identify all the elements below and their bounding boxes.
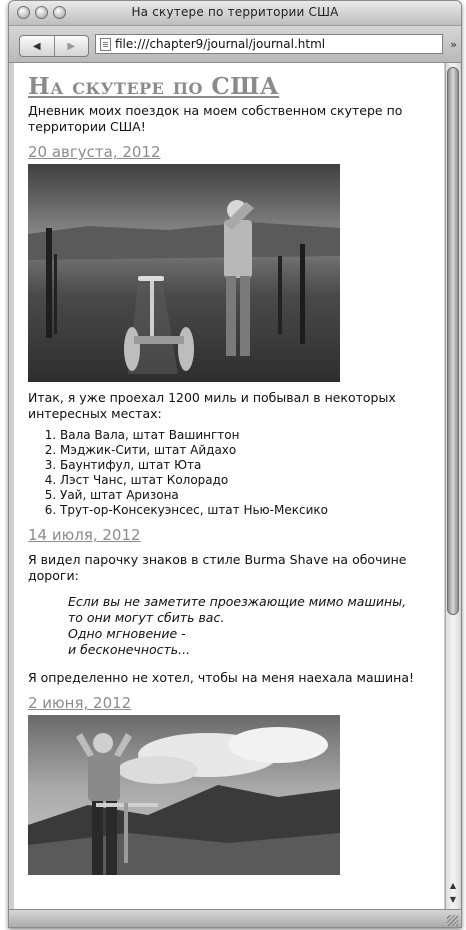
resize-grip-icon[interactable]	[447, 915, 458, 926]
scroll-up-arrow[interactable]: ▲	[448, 881, 458, 891]
entry-date-2: 14 июля, 2012	[28, 526, 141, 544]
back-button[interactable]: ◀	[20, 36, 54, 56]
segway-photo	[28, 164, 340, 382]
quote-line: Если вы не заметите проезжающие мимо маш…	[68, 594, 407, 609]
list-item: Вала Вала, штат Вашингтон	[60, 428, 434, 443]
entry-date-3: 2 июня, 2012	[28, 694, 132, 712]
entry-date-1: 20 августа, 2012	[28, 143, 161, 161]
list-item: Баунтифул, штат Юта	[60, 458, 434, 473]
quote-line: и бесконечность...	[68, 642, 191, 657]
address-text: file:///chapter9/journal/journal.html	[115, 37, 326, 51]
browser-window: На скутере по территории США ◀ ▶ file://…	[8, 0, 462, 928]
entry-text-2: Я видел парочку знаков в стиле Burma Sha…	[28, 552, 407, 583]
intro-text: Дневник моих поездок на моем собственном…	[28, 103, 403, 134]
places-list: Вала Вала, штат Вашингтон Мэджик-Сити, ш…	[28, 428, 434, 518]
address-bar[interactable]: file:///chapter9/journal/journal.html	[95, 34, 443, 54]
page-title: На скутере по США	[28, 73, 280, 100]
mountain-photo	[28, 715, 340, 875]
status-bar	[9, 909, 461, 927]
toolbar-overflow-button[interactable]: »	[450, 38, 457, 51]
title-bar[interactable]: На скутере по территории США	[9, 1, 461, 26]
page-content: На скутере по США Дневник моих поездок н…	[14, 63, 444, 875]
window-title: На скутере по территории США	[131, 5, 339, 19]
list-item: Лэст Чанс, штат Колорадо	[60, 473, 434, 488]
vertical-scrollbar[interactable]: ▲ ▼	[445, 63, 460, 909]
toolbar: ◀ ▶ file:///chapter9/journal/journal.htm…	[9, 26, 461, 63]
scroll-down-arrow[interactable]: ▼	[448, 895, 458, 905]
nav-buttons: ◀ ▶	[19, 35, 89, 57]
quote-line: то они могут сбить вас.	[68, 610, 225, 625]
burma-shave-quote: Если вы не заметите проезжающие мимо маш…	[68, 594, 434, 658]
list-item: Мэджик-Сити, штат Айдахо	[60, 443, 434, 458]
page-icon	[100, 37, 111, 51]
list-item: Трут-ор-Консекуэнсес, штат Нью-Мексико	[60, 503, 434, 518]
list-item: Уай, штат Аризона	[60, 488, 434, 503]
entry-text-1: Итак, я уже проехал 1200 миль и побывал …	[28, 390, 396, 421]
forward-button[interactable]: ▶	[53, 36, 89, 56]
scroll-thumb[interactable]	[447, 67, 459, 615]
entry-text-2-after: Я определенно не хотел, чтобы на меня на…	[28, 670, 415, 685]
quote-line: Одно мгновение -	[68, 626, 186, 641]
page-viewport: На скутере по США Дневник моих поездок н…	[14, 63, 444, 909]
